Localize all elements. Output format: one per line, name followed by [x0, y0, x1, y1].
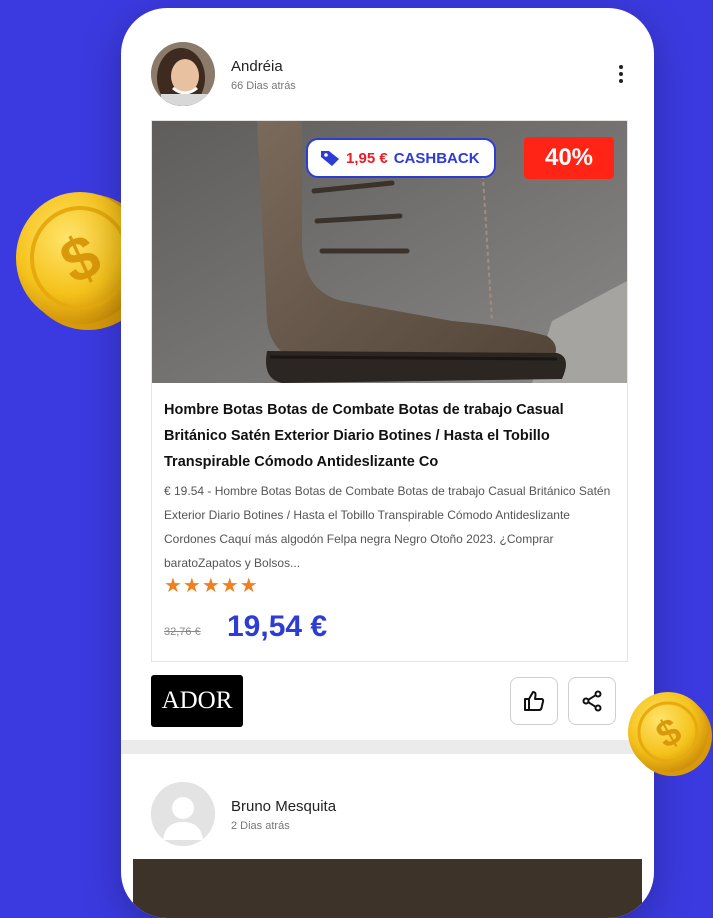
phone-frame: Andréia 66 Dias atrás 1,95 € CASHBACK 40…	[121, 8, 654, 918]
product-description: € 19.54 - Hombre Botas Botas de Combate …	[164, 484, 611, 570]
cashback-badge: 1,95 € CASHBACK	[306, 138, 496, 178]
share-button[interactable]	[568, 677, 616, 725]
avatar[interactable]	[151, 782, 215, 846]
dollar-coin-icon: $	[628, 692, 712, 776]
discount-badge: 40%	[524, 137, 614, 179]
product-image[interactable]: 1,95 € CASHBACK 40%	[152, 121, 627, 383]
rating-stars: ★★★★★	[164, 575, 259, 597]
product-card[interactable]: 1,95 € CASHBACK 40% Hombre Botas Botas d…	[151, 120, 628, 662]
username[interactable]: Andréia	[231, 58, 283, 75]
feed-divider	[121, 740, 654, 754]
post-header: Andréia 66 Dias atrás	[151, 42, 631, 106]
product-image[interactable]	[133, 859, 642, 918]
cashback-label: CASHBACK	[393, 149, 480, 167]
username[interactable]: Bruno Mesquita	[231, 798, 336, 815]
post-header: Bruno Mesquita 2 Dias atrás	[151, 782, 631, 846]
old-price: 32,76 €	[164, 626, 201, 638]
brand-logo[interactable]: ADOR	[151, 675, 243, 727]
like-button[interactable]	[510, 677, 558, 725]
avatar[interactable]	[151, 42, 215, 106]
more-vertical-icon[interactable]	[611, 62, 631, 86]
product-title[interactable]: Hombre Botas Botas de Combate Botas de t…	[164, 397, 614, 475]
share-icon	[582, 690, 602, 712]
cashback-amount: 1,95 €	[346, 149, 388, 167]
tag-icon	[321, 151, 339, 166]
post-time: 2 Dias atrás	[231, 820, 290, 832]
thumbs-up-icon	[524, 691, 545, 711]
post-time: 66 Dias atrás	[231, 80, 296, 92]
new-price: 19,54 €	[227, 610, 328, 643]
